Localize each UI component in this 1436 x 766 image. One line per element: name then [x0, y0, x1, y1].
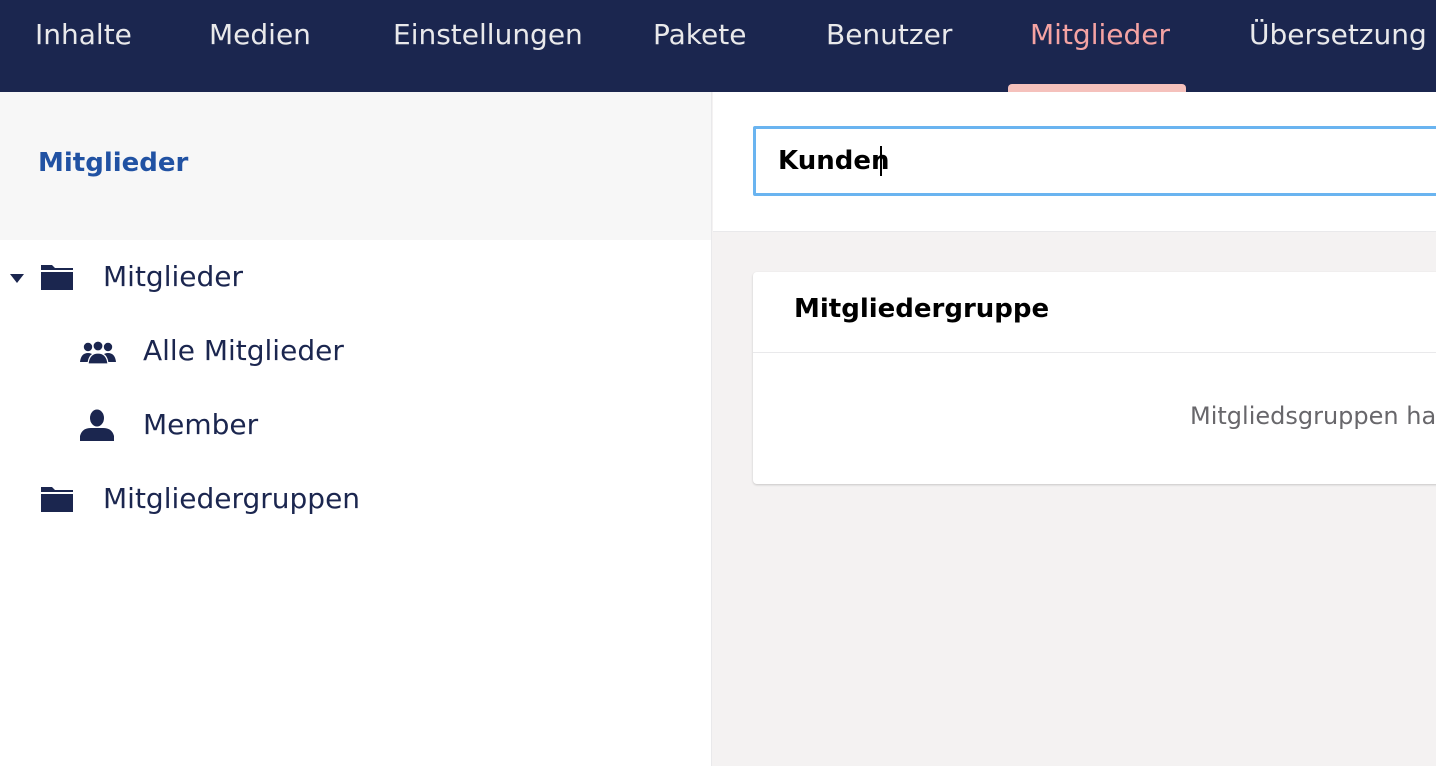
tree-item-mitglieder[interactable]: Mitglieder	[0, 248, 711, 308]
tree-item-label: Mitgliedergruppen	[103, 482, 361, 515]
nav-item-uebersetzung[interactable]: Übersetzung	[1249, 0, 1427, 92]
nav-item-inhalte[interactable]: Inhalte	[35, 0, 132, 92]
tree-item-label: Alle Mitglieder	[143, 334, 344, 367]
card-info-text: Mitgliedsgruppen ha	[1190, 402, 1436, 430]
sidebar-header: Mitglieder	[0, 92, 711, 240]
card-title: Mitgliedergruppe	[794, 294, 1050, 324]
tree-item-label: Mitglieder	[103, 260, 243, 293]
nav-item-medien[interactable]: Medien	[209, 0, 311, 92]
text-cursor	[880, 146, 882, 176]
top-navigation: Inhalte Medien Einstellungen Pakete Benu…	[0, 0, 1436, 92]
member-group-card: Mitgliedergruppe Mitgliedsgruppen ha	[753, 272, 1436, 484]
sidebar-title[interactable]: Mitglieder	[38, 148, 188, 178]
nav-item-mitglieder[interactable]: Mitglieder	[1030, 0, 1170, 92]
tree-item-member[interactable]: Member	[0, 396, 711, 456]
folder-icon	[41, 487, 73, 512]
folder-icon	[41, 265, 73, 290]
editor-header	[713, 92, 1436, 232]
tree-item-alle-mitglieder[interactable]: Alle Mitglieder	[0, 322, 711, 382]
nav-item-pakete[interactable]: Pakete	[653, 0, 746, 92]
card-header: Mitgliedergruppe	[753, 272, 1436, 353]
caret-down-icon[interactable]	[10, 274, 24, 283]
users-icon	[80, 340, 116, 364]
tree-item-label: Member	[143, 408, 259, 441]
nav-item-benutzer[interactable]: Benutzer	[826, 0, 952, 92]
tree-item-mitgliedergruppen[interactable]: Mitgliedergruppen	[0, 470, 711, 530]
nav-item-einstellungen[interactable]: Einstellungen	[393, 0, 583, 92]
user-icon	[80, 409, 114, 441]
sidebar: Mitglieder Mitglieder Alle Mitglieder Me…	[0, 92, 712, 766]
group-name-input[interactable]	[753, 126, 1436, 196]
active-nav-indicator	[1008, 84, 1186, 92]
